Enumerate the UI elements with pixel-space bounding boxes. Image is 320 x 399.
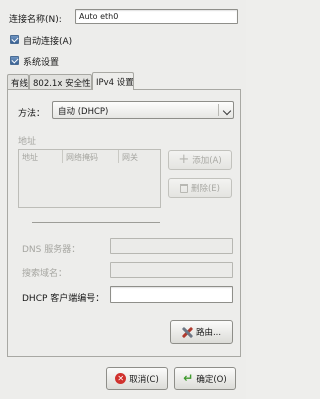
system-setting-checkbox[interactable] bbox=[10, 56, 19, 65]
method-selected-value: 自动 (DHCP) bbox=[58, 107, 109, 117]
connection-name-label: 连接名称(N): bbox=[9, 15, 62, 25]
trash-icon bbox=[179, 183, 188, 193]
cancel-label: 取消(C) bbox=[129, 374, 159, 385]
dhcp-client-id-label: DHCP 客户端编号： bbox=[22, 294, 105, 304]
method-label: 方法： bbox=[18, 109, 46, 119]
tab-wired[interactable]: 有线 bbox=[7, 74, 29, 89]
routes-button[interactable]: 路由... bbox=[170, 320, 233, 344]
tab-8021x-security[interactable]: 802.1x 安全性 bbox=[29, 74, 92, 89]
tab-ipv4-settings[interactable]: IPv4 设置 bbox=[92, 72, 134, 90]
ok-label: 确定(O) bbox=[196, 374, 227, 385]
column-header-address[interactable]: 地址 bbox=[19, 150, 63, 163]
connection-editor-window: 连接名称(N): Auto eth0 自动连接(A) 系统设置 有线 802.1… bbox=[0, 0, 246, 399]
chevron-down-icon bbox=[222, 106, 232, 116]
tools-icon bbox=[181, 326, 194, 338]
address-section-title: 地址 bbox=[18, 137, 37, 147]
dns-servers-label: DNS 服务器： bbox=[22, 245, 81, 255]
cancel-button[interactable]: ✕ 取消(C) bbox=[106, 367, 168, 390]
column-header-netmask[interactable]: 网络掩码 bbox=[63, 150, 119, 163]
section-divider bbox=[32, 222, 160, 223]
ok-button[interactable]: ↵ 确定(O) bbox=[174, 367, 236, 390]
delete-address-button[interactable]: 删除(E) bbox=[168, 178, 232, 198]
connection-name-input[interactable]: Auto eth0 bbox=[75, 9, 238, 24]
search-domains-input[interactable] bbox=[110, 262, 233, 278]
search-domains-label: 搜索域名： bbox=[22, 269, 68, 279]
address-table[interactable]: 地址 网络掩码 网关 bbox=[18, 149, 161, 208]
dns-servers-input[interactable] bbox=[110, 238, 233, 254]
add-address-label: 添加(A) bbox=[192, 156, 222, 166]
ipv4-settings-panel bbox=[7, 89, 241, 357]
ok-icon: ↵ bbox=[183, 371, 194, 385]
add-address-button[interactable]: + 添加(A) bbox=[168, 150, 232, 170]
plus-icon: + bbox=[178, 152, 190, 167]
method-dropdown[interactable]: 自动 (DHCP) bbox=[52, 101, 234, 119]
auto-connect-checkbox[interactable] bbox=[10, 35, 19, 44]
dhcp-client-id-input[interactable] bbox=[110, 286, 233, 303]
auto-connect-label[interactable]: 自动连接(A) bbox=[23, 34, 72, 47]
routes-label: 路由... bbox=[195, 328, 222, 338]
dropdown-separator bbox=[218, 104, 219, 116]
delete-address-label: 删除(E) bbox=[190, 184, 220, 194]
column-header-gateway[interactable]: 网关 bbox=[119, 150, 160, 163]
system-setting-label[interactable]: 系统设置 bbox=[23, 55, 59, 68]
cancel-icon: ✕ bbox=[115, 373, 127, 384]
